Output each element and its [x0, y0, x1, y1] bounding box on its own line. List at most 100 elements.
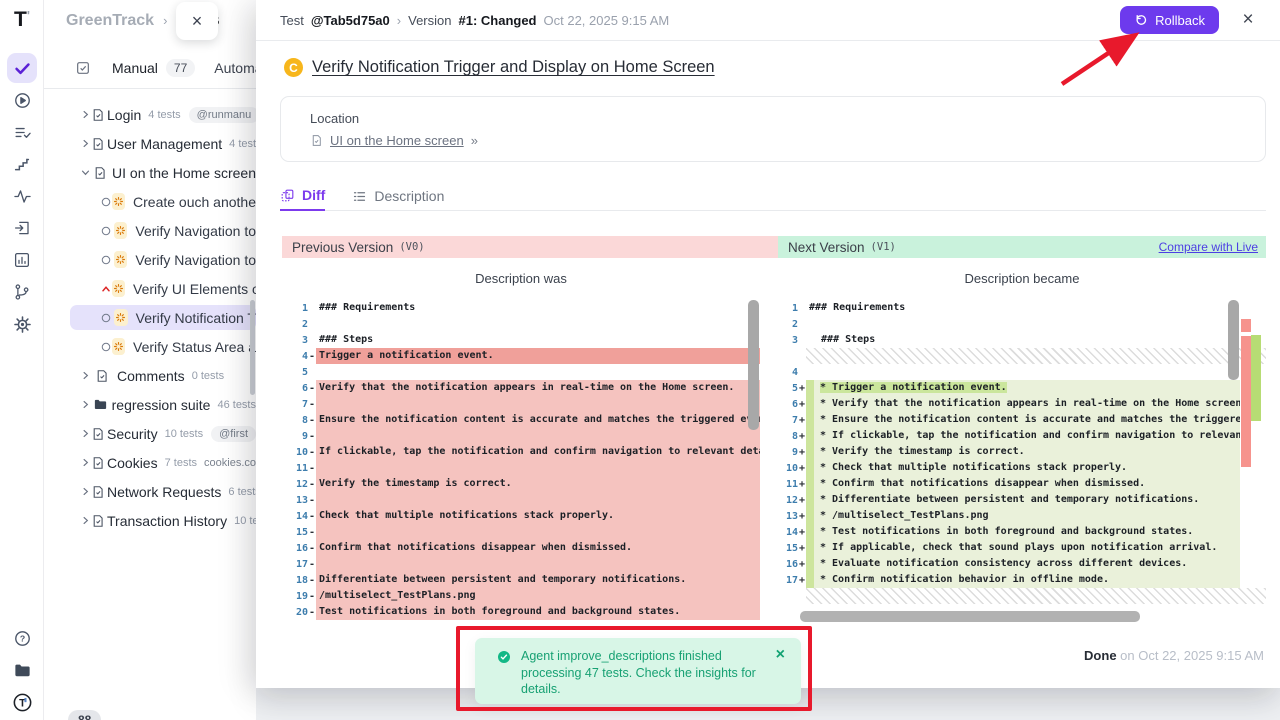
chevron-right-icon [80, 515, 91, 526]
diff-row-left-7: 7- [282, 396, 760, 412]
line-number: 12 [778, 495, 798, 506]
tab-manual[interactable]: Manual [112, 60, 158, 76]
diff-row-right-4: 4 [778, 364, 1266, 380]
diff-line-text: /multiselect_TestPlans.png [316, 588, 760, 604]
sidebar-close-button[interactable]: × [176, 2, 218, 40]
tab-description[interactable]: Description [352, 181, 444, 211]
chevron-right-icon [80, 457, 91, 468]
rail-list-check-icon[interactable] [7, 117, 37, 147]
diff-line-text: * Test notifications in both foreground … [806, 524, 1240, 540]
sidebar-item-transaction-history[interactable]: Transaction History10 tests [44, 506, 256, 535]
tab-automated[interactable]: Automated [214, 60, 256, 76]
sidebar-item-label: Verify Navigation to [135, 252, 256, 268]
diff-icon [280, 188, 295, 203]
diff-sign: - [308, 415, 316, 426]
line-number: 14 [778, 527, 798, 538]
breadcrumb-app[interactable]: GreenTrack [66, 12, 154, 30]
rail-activity-icon[interactable] [7, 181, 37, 211]
rail-bottom-icons: ?T [0, 622, 44, 718]
sidebar-item-ui-on-the-home-screen[interactable]: UI on the Home screen [44, 158, 256, 187]
sidebar-item-verify-navigation-to[interactable]: Verify Navigation to [44, 216, 256, 245]
sidebar-item-comments[interactable]: Comments0 tests [44, 361, 256, 390]
diff-line-text: ### Requirements [316, 300, 760, 316]
diff-row-right-7: 7+* Ensure the notification content is a… [778, 412, 1266, 428]
diff-line-text: * Differentiate between persistent and t… [806, 492, 1240, 508]
file-icon [310, 133, 323, 148]
diff-sign: - [308, 463, 316, 474]
diff-row-left-11: 11- [282, 460, 760, 476]
location-link[interactable]: UI on the Home screen [330, 133, 464, 148]
tab-diff[interactable]: Diff [280, 181, 325, 211]
diff-line-text: * Confirm that notifications disappear w… [806, 476, 1240, 492]
line-number: 4 [778, 367, 798, 378]
line-number: 13 [282, 495, 308, 506]
line-number: 17 [282, 559, 308, 570]
diff-line-text: Verify the timestamp is correct. [316, 476, 760, 492]
left-pane-scrollbar[interactable] [748, 300, 759, 430]
line-number: 5 [282, 367, 308, 378]
sidebar-item-verify-notification-t[interactable]: Verify Notification T [44, 303, 256, 332]
diff-sign: - [308, 383, 316, 394]
line-number: 9 [778, 447, 798, 458]
diff-sign: - [308, 495, 316, 506]
diff-line-text: ### Steps [316, 332, 760, 348]
sidebar-item-network-requests[interactable]: Network Requests 6 tests [44, 477, 256, 506]
previous-version-header: Previous Version(V0) [282, 236, 778, 258]
item-test-count: 4 tests [148, 109, 180, 121]
test-title-row: C Verify Notification Trigger and Displa… [284, 58, 715, 77]
rail-tests-check-icon[interactable] [7, 53, 37, 83]
sidebar-item-create-ouch-anothe[interactable]: Create ouch anothe [44, 187, 256, 216]
sidebar-item-label: User Management [107, 136, 222, 152]
line-number: 11 [282, 463, 308, 474]
breadcrumb-separator: › [163, 13, 167, 28]
rail-settings-gear-icon[interactable] [7, 309, 37, 339]
sidebar-divider [44, 88, 256, 89]
right-pane-scrollbar[interactable] [1228, 300, 1239, 380]
manual-count-badge: 77 [166, 59, 195, 77]
line-number: 19 [282, 591, 308, 602]
rail-chart-icon[interactable] [7, 245, 37, 275]
sidebar-item-login[interactable]: Login4 tests@runmanu [44, 100, 256, 129]
compare-with-live-link[interactable]: Compare with Live [1159, 240, 1258, 254]
sidebar-item-verify-ui-elements-o[interactable]: Verify UI Elements o [44, 274, 256, 303]
right-pane-caption: Description became [778, 271, 1266, 286]
sidebar-item-label: Verify Status Area a [133, 339, 256, 355]
rail-run-play-icon[interactable] [7, 85, 37, 115]
diff-sign: + [798, 383, 806, 394]
modal-tabs: Diff Description [280, 181, 1266, 211]
next-version-pane: 1### Requirements23 ### Steps45+* Trigge… [778, 300, 1266, 626]
rail-help-icon[interactable]: ? [7, 623, 37, 653]
sidebar-item-security[interactable]: Security10 tests@first [44, 419, 256, 448]
diff-collapsed-region [806, 348, 1266, 364]
line-number: 13 [778, 511, 798, 522]
doc-icon [91, 455, 105, 471]
diff-line-text [316, 524, 760, 540]
rail-steps-icon[interactable] [7, 149, 37, 179]
sidebar-item-verify-status-area-a[interactable]: Verify Status Area a [44, 332, 256, 361]
sidebar-item-user-management[interactable]: User Management4 tests [44, 129, 256, 158]
line-number: 18 [282, 575, 308, 586]
location-chevrons: » [471, 133, 478, 148]
status-circle-icon [100, 341, 112, 353]
item-tag-badge: @runmanu [189, 107, 256, 123]
item-test-count: 6 tests [228, 486, 256, 498]
modal-close-icon[interactable]: × [1234, 9, 1262, 31]
item-test-count: 46 tests [217, 399, 256, 411]
test-title[interactable]: Verify Notification Trigger and Display … [312, 58, 715, 77]
sidebar-item-label: Network Requests [107, 484, 221, 500]
sidebar-scrollbar[interactable] [250, 300, 255, 395]
app-logo: T' [0, 8, 44, 32]
line-number: 2 [282, 319, 308, 330]
rail-folder-icon[interactable] [7, 655, 37, 685]
right-pane-horizontal-scrollbar[interactable] [800, 611, 1140, 622]
sidebar-item-verify-navigation-to[interactable]: Verify Navigation to [44, 245, 256, 274]
line-number: 17 [778, 575, 798, 586]
status-circle-icon [100, 312, 114, 324]
rail-branch-icon[interactable] [7, 277, 37, 307]
rail-avatar-logo-icon[interactable]: T [7, 687, 37, 717]
diff-row-left-12: 12-Verify the timestamp is correct. [282, 476, 760, 492]
sidebar-item-cookies[interactable]: Cookies7 testscookies.co [44, 448, 256, 477]
rail-exit-box-icon[interactable] [7, 213, 37, 243]
sidebar-item-regression-suite[interactable]: regression suite46 tests [44, 390, 256, 419]
sidebar-item-label: Create ouch anothe [133, 194, 256, 210]
